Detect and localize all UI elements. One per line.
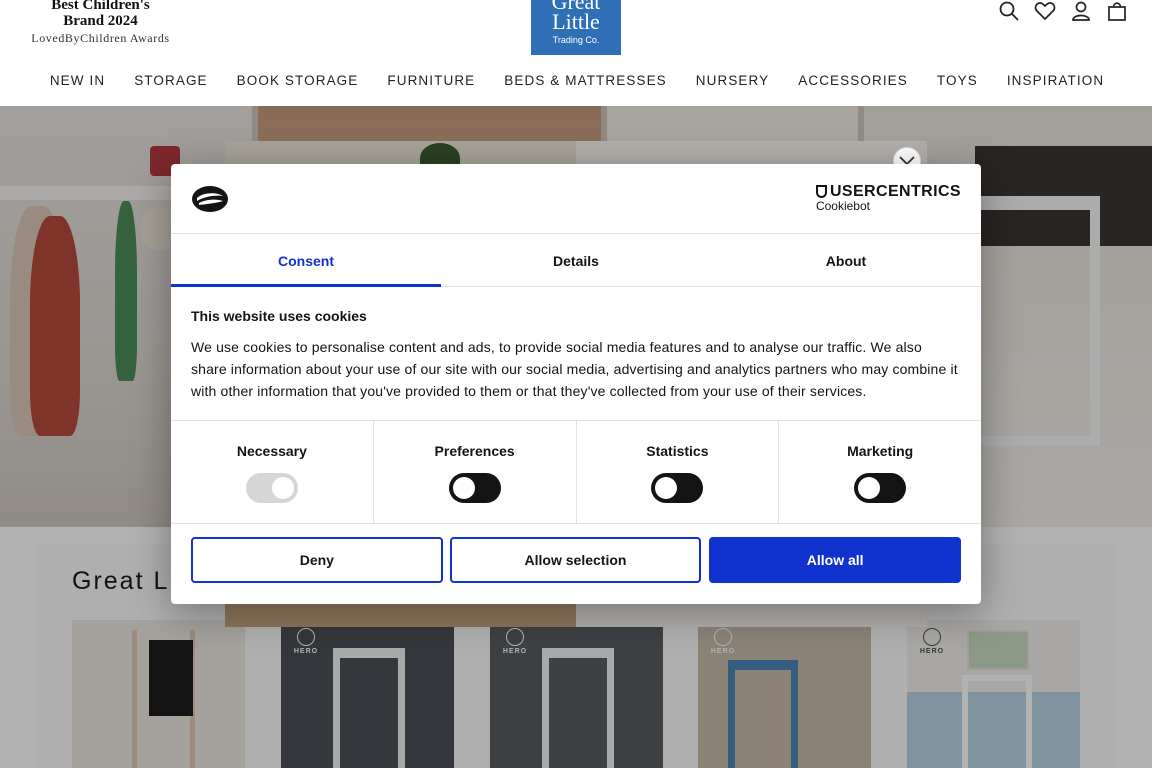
toggle-knob: [452, 477, 475, 499]
brand-name: USERCENTRICS: [829, 183, 961, 200]
cookiebot-brand[interactable]: USERCENTRICS Cookiebot: [815, 183, 961, 213]
site-header: Best Children's Brand 2024 LovedByChildr…: [0, 0, 1152, 106]
brand-sub: Cookiebot: [815, 199, 870, 213]
bag-icon[interactable]: [1106, 0, 1128, 22]
award-line-2: Brand 2024: [63, 13, 138, 29]
usercentrics-wordmark: USERCENTRICS: [815, 183, 961, 200]
cookie-title: This website uses cookies: [191, 308, 367, 324]
nav-item-beds-mattresses[interactable]: BEDS & MATTRESSES: [504, 73, 666, 88]
account-icon[interactable]: [1070, 0, 1092, 22]
award-line-3: LovedByChildren Awards: [31, 31, 170, 45]
cookie-buttons: Deny Allow selection Allow all: [191, 537, 962, 583]
nav-item-inspiration[interactable]: INSPIRATION: [1007, 73, 1104, 88]
category-label: Necessary: [236, 443, 307, 459]
allow-selection-button[interactable]: Allow selection: [449, 537, 702, 583]
statistics-toggle[interactable]: [651, 473, 704, 503]
nav-item-new-in[interactable]: NEW IN: [50, 73, 105, 88]
main-nav: NEW IN STORAGE BOOK STORAGE FURNITURE BE…: [0, 73, 1152, 88]
nav-item-toys[interactable]: TOYS: [937, 73, 978, 88]
cookie-description: We use cookies to personalise content an…: [191, 339, 958, 399]
cookie-consent-dialog: USERCENTRICS Cookiebot Consent Details A…: [171, 164, 981, 604]
marketing-toggle[interactable]: [854, 473, 907, 503]
allow-all-button[interactable]: Allow all: [709, 537, 962, 583]
award-line-1: Best Children's: [51, 0, 150, 13]
site-logo-icon: [192, 186, 228, 212]
cookie-categories: Necessary Preferences Statistics Marketi…: [171, 420, 981, 524]
toggle-knob: [655, 477, 678, 499]
nav-item-accessories[interactable]: ACCESSORIES: [798, 73, 908, 88]
category-label: Statistics: [646, 443, 709, 459]
preferences-toggle[interactable]: [448, 473, 501, 503]
nav-item-furniture[interactable]: FURNITURE: [387, 73, 475, 88]
header-icons: [998, 0, 1128, 22]
cookie-dialog-header: USERCENTRICS Cookiebot: [171, 164, 981, 234]
heart-icon[interactable]: [1034, 0, 1056, 22]
category-label: Preferences: [434, 443, 515, 459]
category-necessary: Necessary: [171, 421, 374, 523]
cookie-tabs: Consent Details About: [171, 235, 981, 287]
deny-button[interactable]: Deny: [191, 537, 443, 583]
category-statistics: Statistics: [577, 421, 780, 523]
category-preferences: Preferences: [374, 421, 577, 523]
tab-details[interactable]: Details: [441, 235, 711, 286]
cookie-body: This website uses cookies We use cookies…: [191, 308, 961, 402]
necessary-toggle: [245, 473, 298, 503]
nav-item-storage[interactable]: STORAGE: [134, 73, 207, 88]
nav-item-nursery[interactable]: NURSERY: [696, 73, 769, 88]
award-badge: Best Children's Brand 2024 LovedByChildr…: [28, 0, 173, 46]
category-label: Marketing: [847, 443, 914, 459]
nav-item-book-storage[interactable]: BOOK STORAGE: [237, 73, 359, 88]
site-logo[interactable]: Great Little Trading Co.: [531, 0, 621, 55]
shield-icon: [815, 185, 827, 198]
toggle-knob: [271, 477, 294, 499]
tab-about[interactable]: About: [711, 235, 981, 286]
toggle-knob: [858, 477, 881, 499]
category-marketing: Marketing: [779, 421, 981, 523]
tab-consent[interactable]: Consent: [171, 235, 441, 287]
logo-line-3: Trading Co.: [552, 35, 600, 45]
logo-line-2: Little: [552, 9, 600, 34]
search-icon[interactable]: [998, 0, 1020, 22]
